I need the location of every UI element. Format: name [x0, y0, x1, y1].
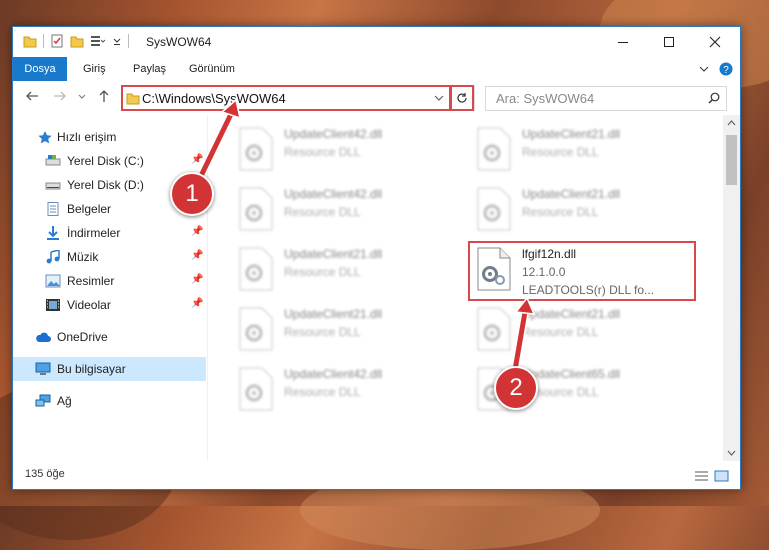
callout-step-2: 2 — [494, 366, 538, 410]
callout-step-1: 1 — [170, 172, 214, 216]
annotation-arrows — [196, 98, 536, 371]
